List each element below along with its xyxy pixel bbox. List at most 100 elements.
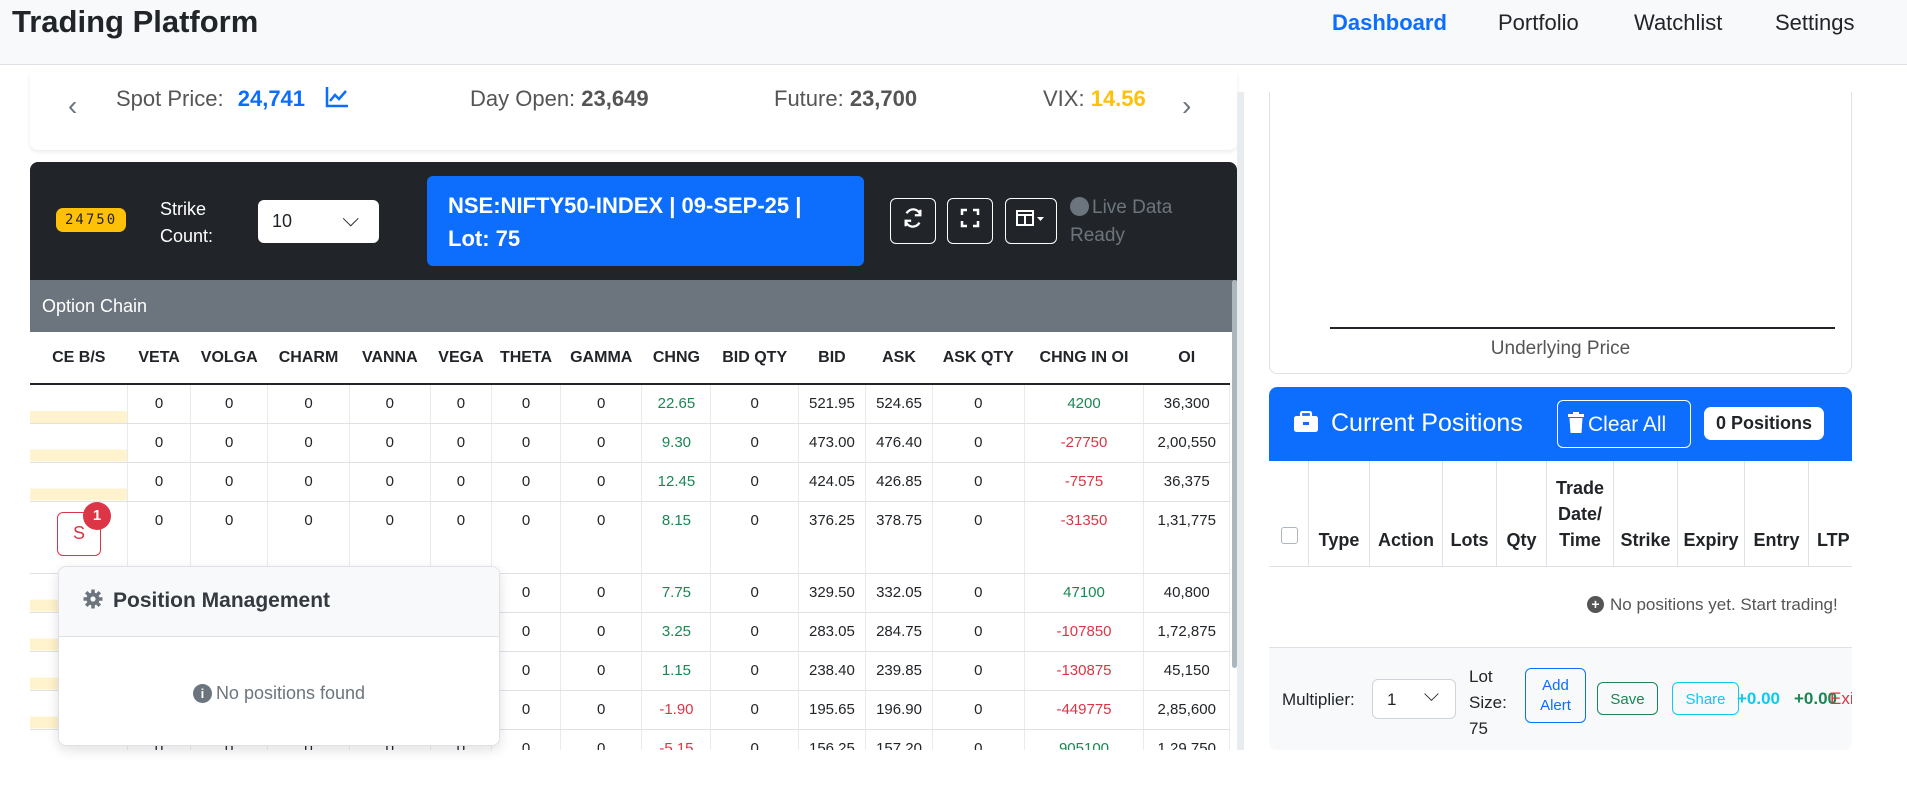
oc-col-bid-qty: BID QTY [710,332,799,385]
market-summary-bar: ‹ Spot Price: 24,741 Day Open: 23,649 Fu… [30,72,1237,150]
positions-empty-text: No positions yet. Start trading! [1610,595,1838,614]
cell-vega: 0 [430,384,492,424]
cell-charm: 0 [267,462,350,502]
table-row[interactable]: S 1 0 0 0 0 0 0 0 8.15 0 376.25 378.75 0 -31350 1,31,77… [30,501,1230,574]
cell-bid[interactable]: 156.25 [798,729,866,750]
table-row[interactable]: 0 0 0 0 0 0 0 9.30 0 473.00 476.40 0 -27750 2,00,550 [30,423,1230,463]
option-chain-header-row: CE B/S VETA VOLGA CHARM VANNA VEGA THETA GAMMA C… [30,332,1230,385]
multiplier-select[interactable]: 1 ⌵ [1372,679,1456,719]
cell-bid[interactable]: 329.50 [798,573,866,613]
vix-value: 14.56 [1090,86,1146,111]
current-positions-header: Current Positions Clear All 0 Positions [1269,387,1852,461]
ce-buy-sell-cell[interactable] [30,462,129,502]
cell-ask-qty: 0 [932,462,1025,502]
col-trade-date-time: Trade Date/ Time [1547,461,1614,567]
columns-layout-icon [1016,209,1046,233]
nav-dashboard[interactable]: Dashboard [1332,10,1447,36]
oc-col-chng-in-oi: CHNG IN OI [1024,332,1144,385]
cell-ask-qty: 0 [932,690,1025,730]
share-button[interactable]: Share [1672,682,1739,715]
ce-buy-sell-cell[interactable]: S1 [30,501,129,574]
cell-gamma: 0 [560,462,643,502]
cell-ask[interactable]: 524.65 [865,384,934,424]
cell-chng-oi: 905100 [1024,729,1145,750]
cell-bid[interactable]: 195.65 [798,690,866,730]
cell-ask[interactable]: 239.85 [865,651,934,691]
lot-size: Lot Size: 75 [1469,664,1513,742]
cell-chng: 1.15 [641,651,712,691]
cell-theta: 0 [491,651,562,691]
table-row[interactable]: 0 0 0 0 0 0 0 12.45 0 424.05 426.85 0 -7575 36,375 [30,462,1230,502]
cell-ask[interactable]: 157.20 [865,729,934,750]
cell-oi: 40,800 [1143,573,1230,613]
ce-buy-sell-cell[interactable] [30,384,129,424]
cell-theta: 0 [491,573,562,613]
save-button[interactable]: Save [1597,682,1658,715]
cell-oi: 1,31,775 [1143,501,1230,574]
cell-oi: 1,72,875 [1143,612,1230,652]
oc-col-chng: CHNG [641,332,711,385]
cell-ask[interactable]: 196.90 [865,690,934,730]
chevron-left-icon[interactable]: ‹ [68,90,77,122]
table-row[interactable]: 0 0 0 0 0 0 0 22.65 0 521.95 524.65 0 4200 36,300 [30,384,1230,424]
col-lots: Lots [1443,461,1497,567]
cell-gamma: 0 [560,501,643,574]
nav-portfolio[interactable]: Portfolio [1498,10,1579,36]
chevron-down-icon: ⌵ [342,206,359,231]
chevron-right-icon[interactable]: › [1182,90,1191,122]
add-alert-button[interactable]: Add Alert [1525,668,1586,723]
cell-ask[interactable]: 476.40 [865,423,934,463]
chart-x-axis-label: Underlying Price [1490,338,1631,359]
cell-chng-oi: -27750 [1024,423,1145,463]
ce-buy-sell-cell[interactable] [30,423,129,463]
brand-title[interactable]: Trading Platform [12,4,258,40]
option-chain-scrollbar[interactable] [1232,280,1237,668]
cell-vega: 0 [430,501,492,574]
col-expiry: Expiry [1678,461,1745,567]
pnl-value-1: +0.00 [1737,689,1781,708]
cell-oi: 1,29,750 [1143,729,1230,750]
col-type: Type [1309,461,1370,567]
cell-ask-qty: 0 [932,423,1025,463]
cell-ask[interactable]: 426.85 [865,462,934,502]
exit-link[interactable]: Exi [1830,689,1852,709]
symbol-button[interactable]: NSE:NIFTY50-INDEX | 09-SEP-25 | Lot: 75 [427,176,864,266]
strike-count-label: Strike Count: [160,199,214,246]
cell-ask-qty: 0 [932,729,1025,750]
cell-bid[interactable]: 521.95 [798,384,866,424]
cell-chng-oi: -7575 [1024,462,1145,502]
refresh-button[interactable] [890,198,936,244]
trend-chart-icon[interactable] [325,86,349,114]
future-label: Future: [774,86,844,111]
cell-ask[interactable]: 378.75 [865,501,934,574]
multiplier-label: Multiplier: [1282,690,1355,709]
cell-volga: 0 [190,423,269,463]
nav-watchlist[interactable]: Watchlist [1634,10,1722,36]
cell-ask[interactable]: 284.75 [865,612,934,652]
cell-bid[interactable]: 473.00 [798,423,866,463]
nav-settings[interactable]: Settings [1775,10,1855,36]
cell-ask[interactable]: 332.05 [865,573,934,613]
strike-count-select[interactable]: 10 ⌵ [258,200,379,243]
cell-veta: 0 [127,384,192,424]
cell-vega: 0 [430,462,492,502]
col-strike: Strike [1614,461,1678,567]
cell-bid[interactable]: 238.40 [798,651,866,691]
col-ltp: LTP [1817,530,1850,550]
page-scrollbar-track[interactable] [1237,92,1244,750]
cell-bid[interactable]: 376.25 [798,501,866,574]
fullscreen-button[interactable] [947,198,993,244]
cell-oi: 2,00,550 [1143,423,1230,463]
cell-theta: 0 [491,501,562,574]
cell-bid[interactable]: 424.05 [798,462,866,502]
position-management-panel: Position Management i No positions found [58,566,500,746]
layout-dropdown-button[interactable] [1005,198,1057,244]
cell-bid-qty: 0 [710,501,799,574]
info-circle-icon: i [192,684,212,703]
oc-col-veta: VETA [127,332,191,385]
chart-x-axis [1330,327,1835,329]
select-all-checkbox[interactable] [1281,527,1298,544]
cell-bid[interactable]: 283.05 [798,612,866,652]
vix-label: VIX: [1043,86,1085,111]
clear-all-button[interactable]: Clear All [1557,400,1691,448]
